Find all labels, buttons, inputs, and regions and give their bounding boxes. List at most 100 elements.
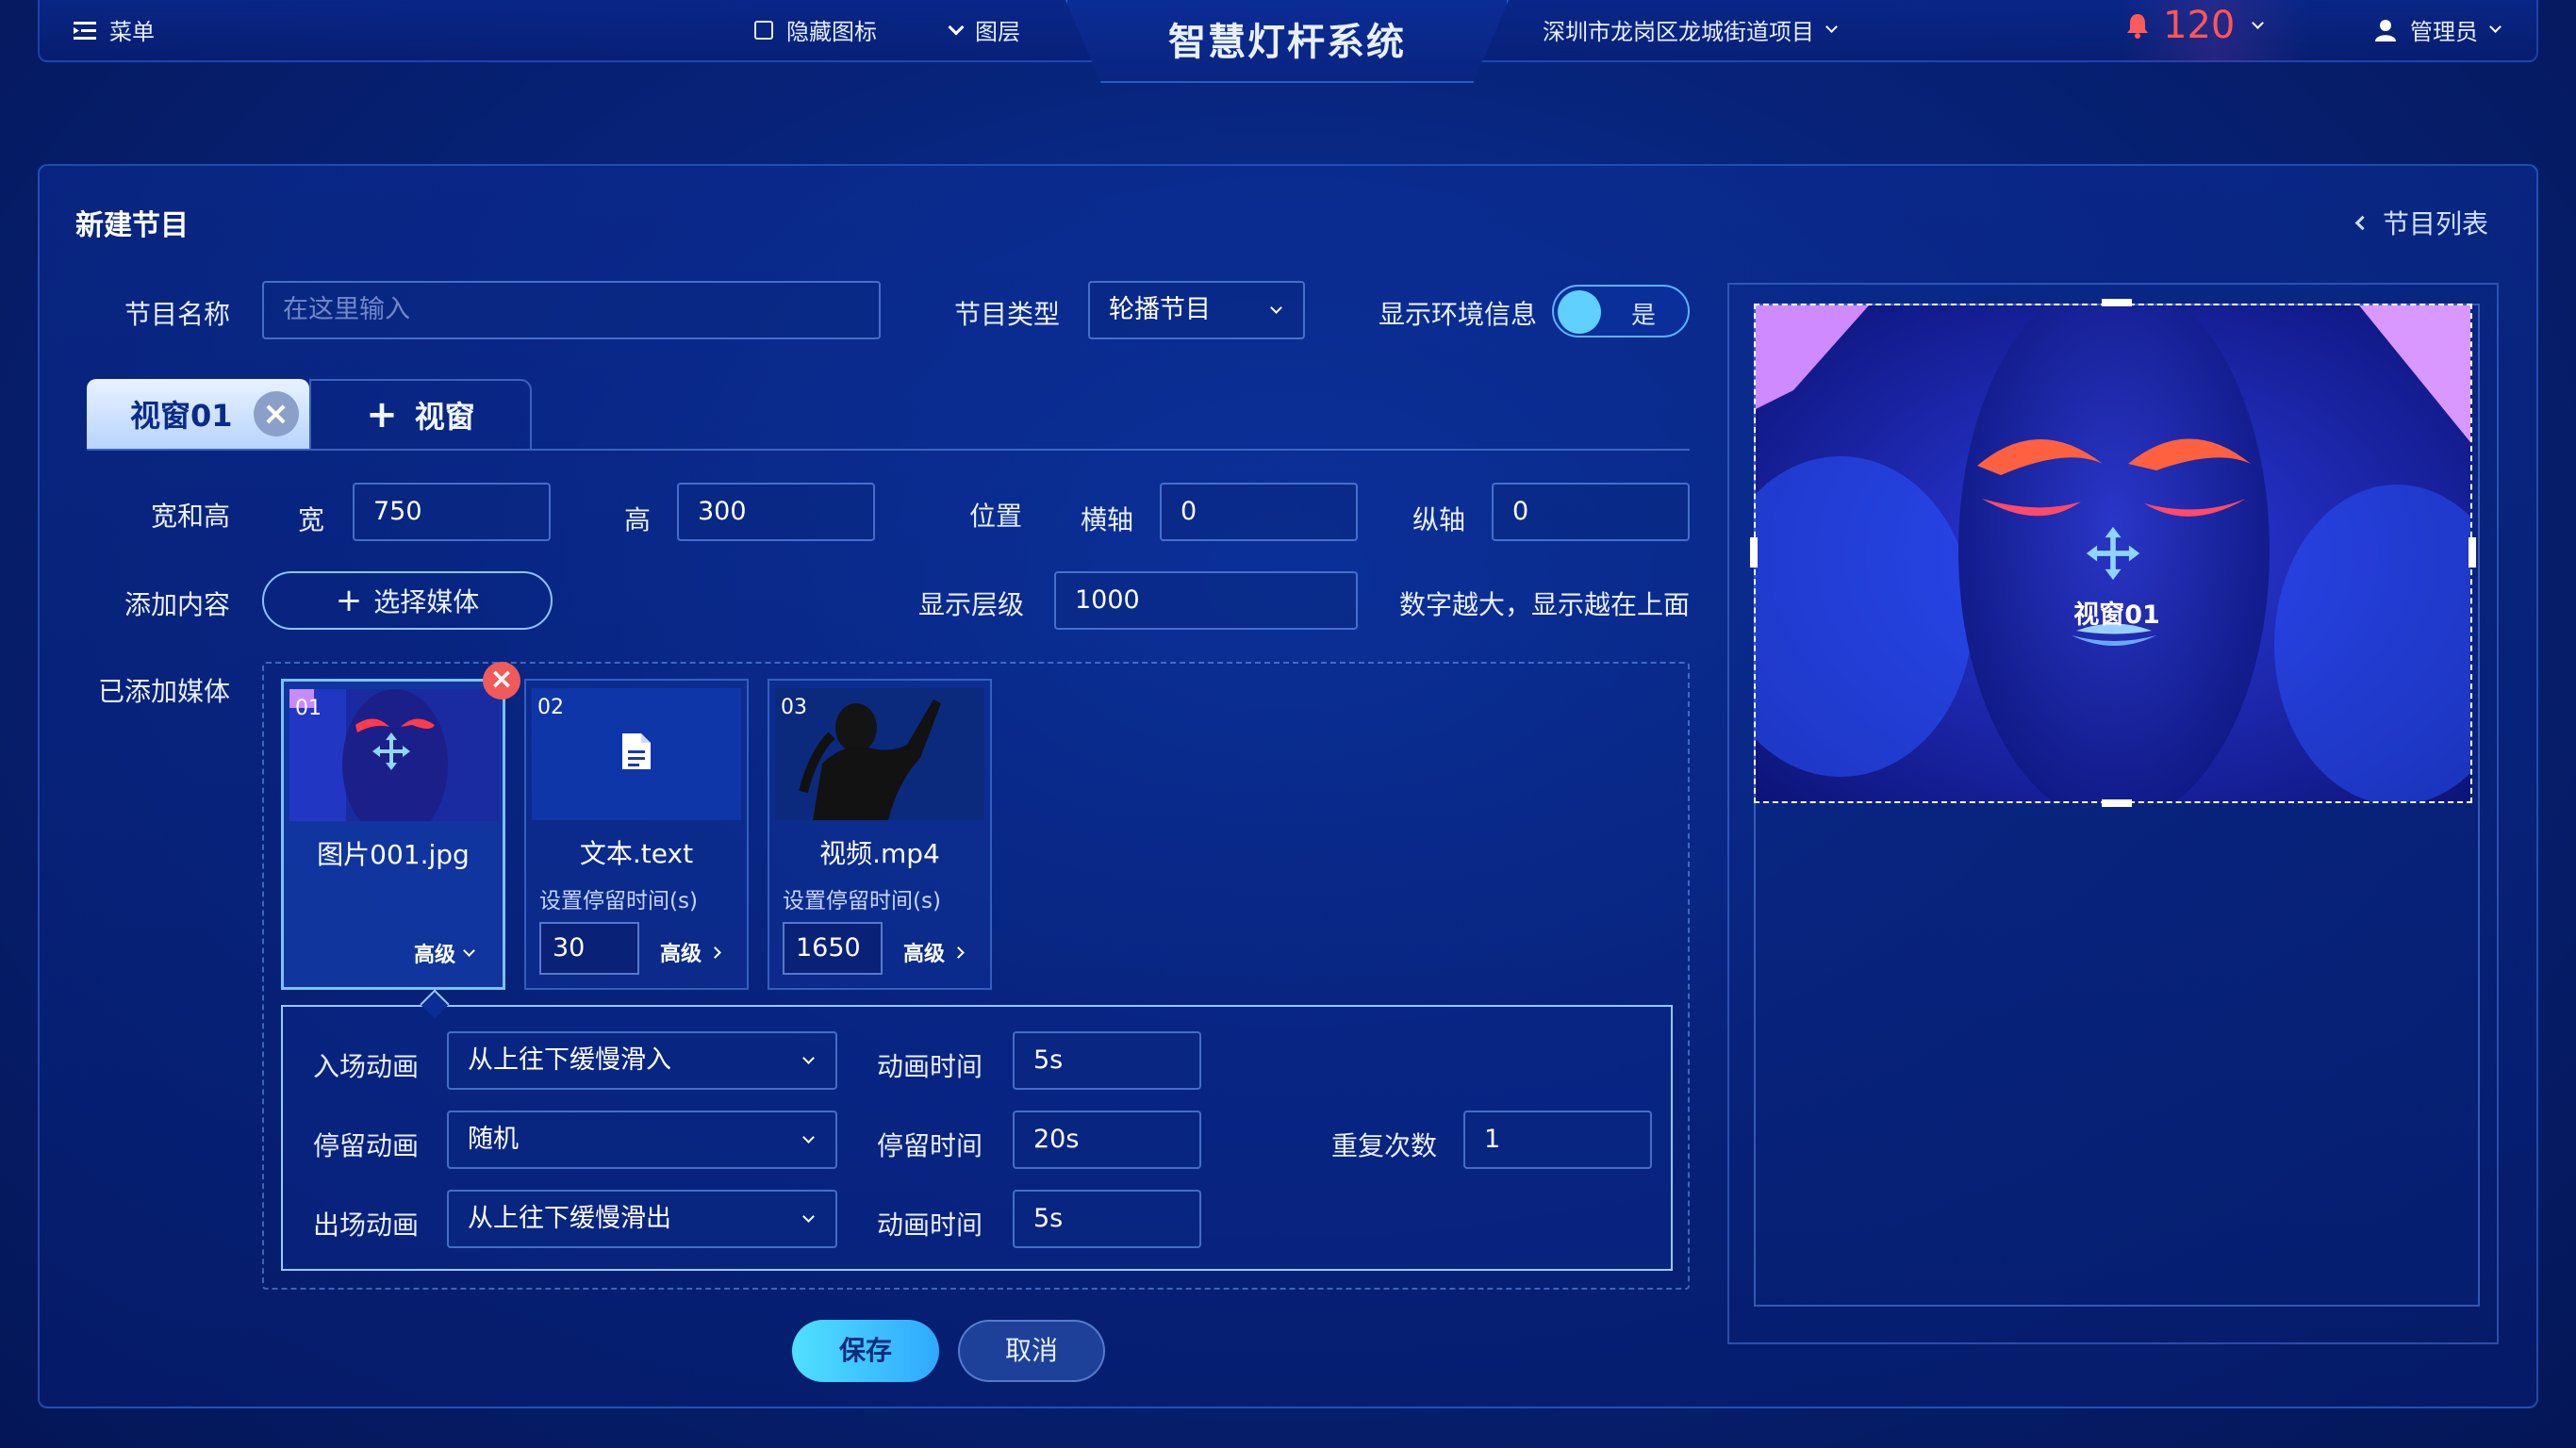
cancel-button[interactable]: 取消 [958,1320,1105,1382]
height-input[interactable]: 300 [677,483,875,541]
tab-label: 视窗01 [130,398,233,434]
program-list-label: 节目列表 [2383,208,2489,239]
user-icon [2375,19,2396,41]
stay-time-label: 设置停留时间(s) [539,889,698,913]
chevron-right-icon [952,946,965,959]
stay-animation-value: 随机 [468,1125,519,1154]
stay-animation-select[interactable]: 随机 [447,1111,837,1169]
layer-input[interactable]: 1000 [1054,571,1358,630]
plus-icon: + [335,582,363,619]
stay-time-input[interactable]: 1650 [783,922,883,975]
env-info-toggle[interactable]: 是 [1552,285,1690,337]
y-axis-input[interactable]: 0 [1492,483,1690,541]
media-number: 02 [537,696,564,719]
hide-icons-label: 隐藏图标 [786,19,877,45]
media-card-03[interactable]: 03 视频.mp4 设置停留时间(s) 1650 高级 [768,679,992,990]
chevron-down-icon [802,1051,815,1064]
checkbox-icon[interactable] [754,20,773,40]
chevron-down-icon [802,1130,815,1144]
user-label: 管理员 [2410,19,2478,45]
menu-label: 菜单 [109,19,155,45]
program-type-label: 节目类型 [953,299,1060,330]
width-label: 宽 [297,504,324,535]
chevron-left-icon [2354,215,2370,230]
add-content-label: 添加内容 [124,589,230,620]
document-icon [622,733,651,769]
menu-icon [74,21,96,40]
select-media-button[interactable]: + 选择媒体 [262,571,553,630]
x-axis-input[interactable]: 0 [1160,483,1358,541]
exit-animation-value: 从上往下缓慢滑出 [468,1204,671,1233]
layer-label: 显示层级 [917,589,1024,620]
advanced-toggle[interactable]: 高级 [903,937,965,967]
tab-window-01[interactable]: 视窗01 × [87,379,309,449]
project-label: 深圳市龙岗区龙城街道项目 [1543,19,1814,45]
alert-button[interactable]: 120 [2125,4,2265,47]
move-icon[interactable] [371,731,412,772]
x-axis-label: 横轴 [1080,504,1133,535]
remove-media-button[interactable]: × [483,662,520,699]
add-window-label: 视窗 [414,399,475,435]
exit-duration-input[interactable]: 5s [1013,1190,1201,1248]
chevron-down-icon [948,19,965,35]
project-selector[interactable]: 深圳市龙岗区龙城街道项目 [1543,13,1838,46]
media-name: 文本.text [579,838,694,869]
width-input[interactable]: 750 [353,483,551,541]
layers-dropdown[interactable]: 图层 [948,13,1020,46]
media-name: 图片001.jpg [317,839,470,870]
exit-duration-label: 动画时间 [876,1209,983,1241]
advanced-label: 高级 [660,943,702,966]
menu-button[interactable]: 菜单 [74,13,155,46]
add-window-tab[interactable]: + 视窗 [309,379,532,449]
media-card-02[interactable]: 02 文本.text 设置停留时间(s) 30 高级 [524,679,749,990]
enter-animation-label: 入场动画 [312,1051,419,1082]
exit-animation-select[interactable]: 从上往下缓慢滑出 [447,1190,837,1248]
chevron-down-icon [2489,21,2502,33]
enter-duration-input[interactable]: 5s [1013,1031,1201,1090]
enter-duration-label: 动画时间 [876,1051,983,1082]
alert-count: 120 [2163,4,2236,47]
stay-duration-label: 停留时间 [876,1130,983,1161]
close-icon[interactable]: × [253,391,299,436]
env-info-label: 显示环境信息 [1378,299,1537,330]
user-menu[interactable]: 管理员 [2374,13,2502,46]
program-type-value: 轮播节目 [1109,295,1211,324]
toggle-text: 是 [1631,302,1657,330]
program-type-select[interactable]: 轮播节目 [1088,281,1305,339]
resize-handle-left[interactable] [1750,537,1758,568]
hide-icons-toggle[interactable]: 隐藏图标 [754,13,877,46]
enter-animation-select[interactable]: 从上往下缓慢滑入 [447,1031,837,1090]
resize-handle-top[interactable] [2102,299,2132,306]
stay-animation-label: 停留动画 [312,1130,419,1161]
media-number: 03 [781,696,807,719]
save-button[interactable]: 保存 [792,1320,939,1382]
program-name-input[interactable]: 在这里输入 [262,281,881,339]
layer-hint: 数字越大，显示越在上面 [1398,589,1690,620]
advanced-toggle[interactable]: 高级 [414,938,475,968]
advanced-toggle[interactable]: 高级 [660,937,721,967]
stay-duration-input[interactable]: 20s [1013,1111,1201,1169]
program-name-label: 节目名称 [124,299,230,330]
advanced-label: 高级 [414,944,456,967]
resize-handle-bottom[interactable] [2102,799,2132,807]
toggle-knob [1558,290,1601,334]
chevron-down-icon [1825,21,1838,33]
resize-handle-right[interactable] [2469,537,2476,568]
chevron-right-icon [709,946,721,959]
tab-divider [87,449,1690,451]
y-axis-label: 纵轴 [1412,504,1465,535]
position-label: 位置 [968,501,1022,532]
media-card-01[interactable]: 01 图片001.jpg 高级 [281,679,505,990]
page-title: 新建节目 [75,209,189,242]
program-list-link[interactable]: 节目列表 [2354,204,2489,241]
repeat-count-input[interactable]: 1 [1463,1111,1652,1169]
stay-time-label: 设置停留时间(s) [783,889,941,913]
move-icon[interactable] [2084,524,2142,583]
chevron-down-icon [802,1209,815,1223]
exit-animation-label: 出场动画 [312,1209,419,1241]
chevron-down-icon [463,944,475,957]
height-label: 高 [623,504,651,535]
stay-time-input[interactable]: 30 [539,922,639,975]
added-media-label: 已添加媒体 [97,676,230,707]
layers-label: 图层 [975,19,1020,45]
